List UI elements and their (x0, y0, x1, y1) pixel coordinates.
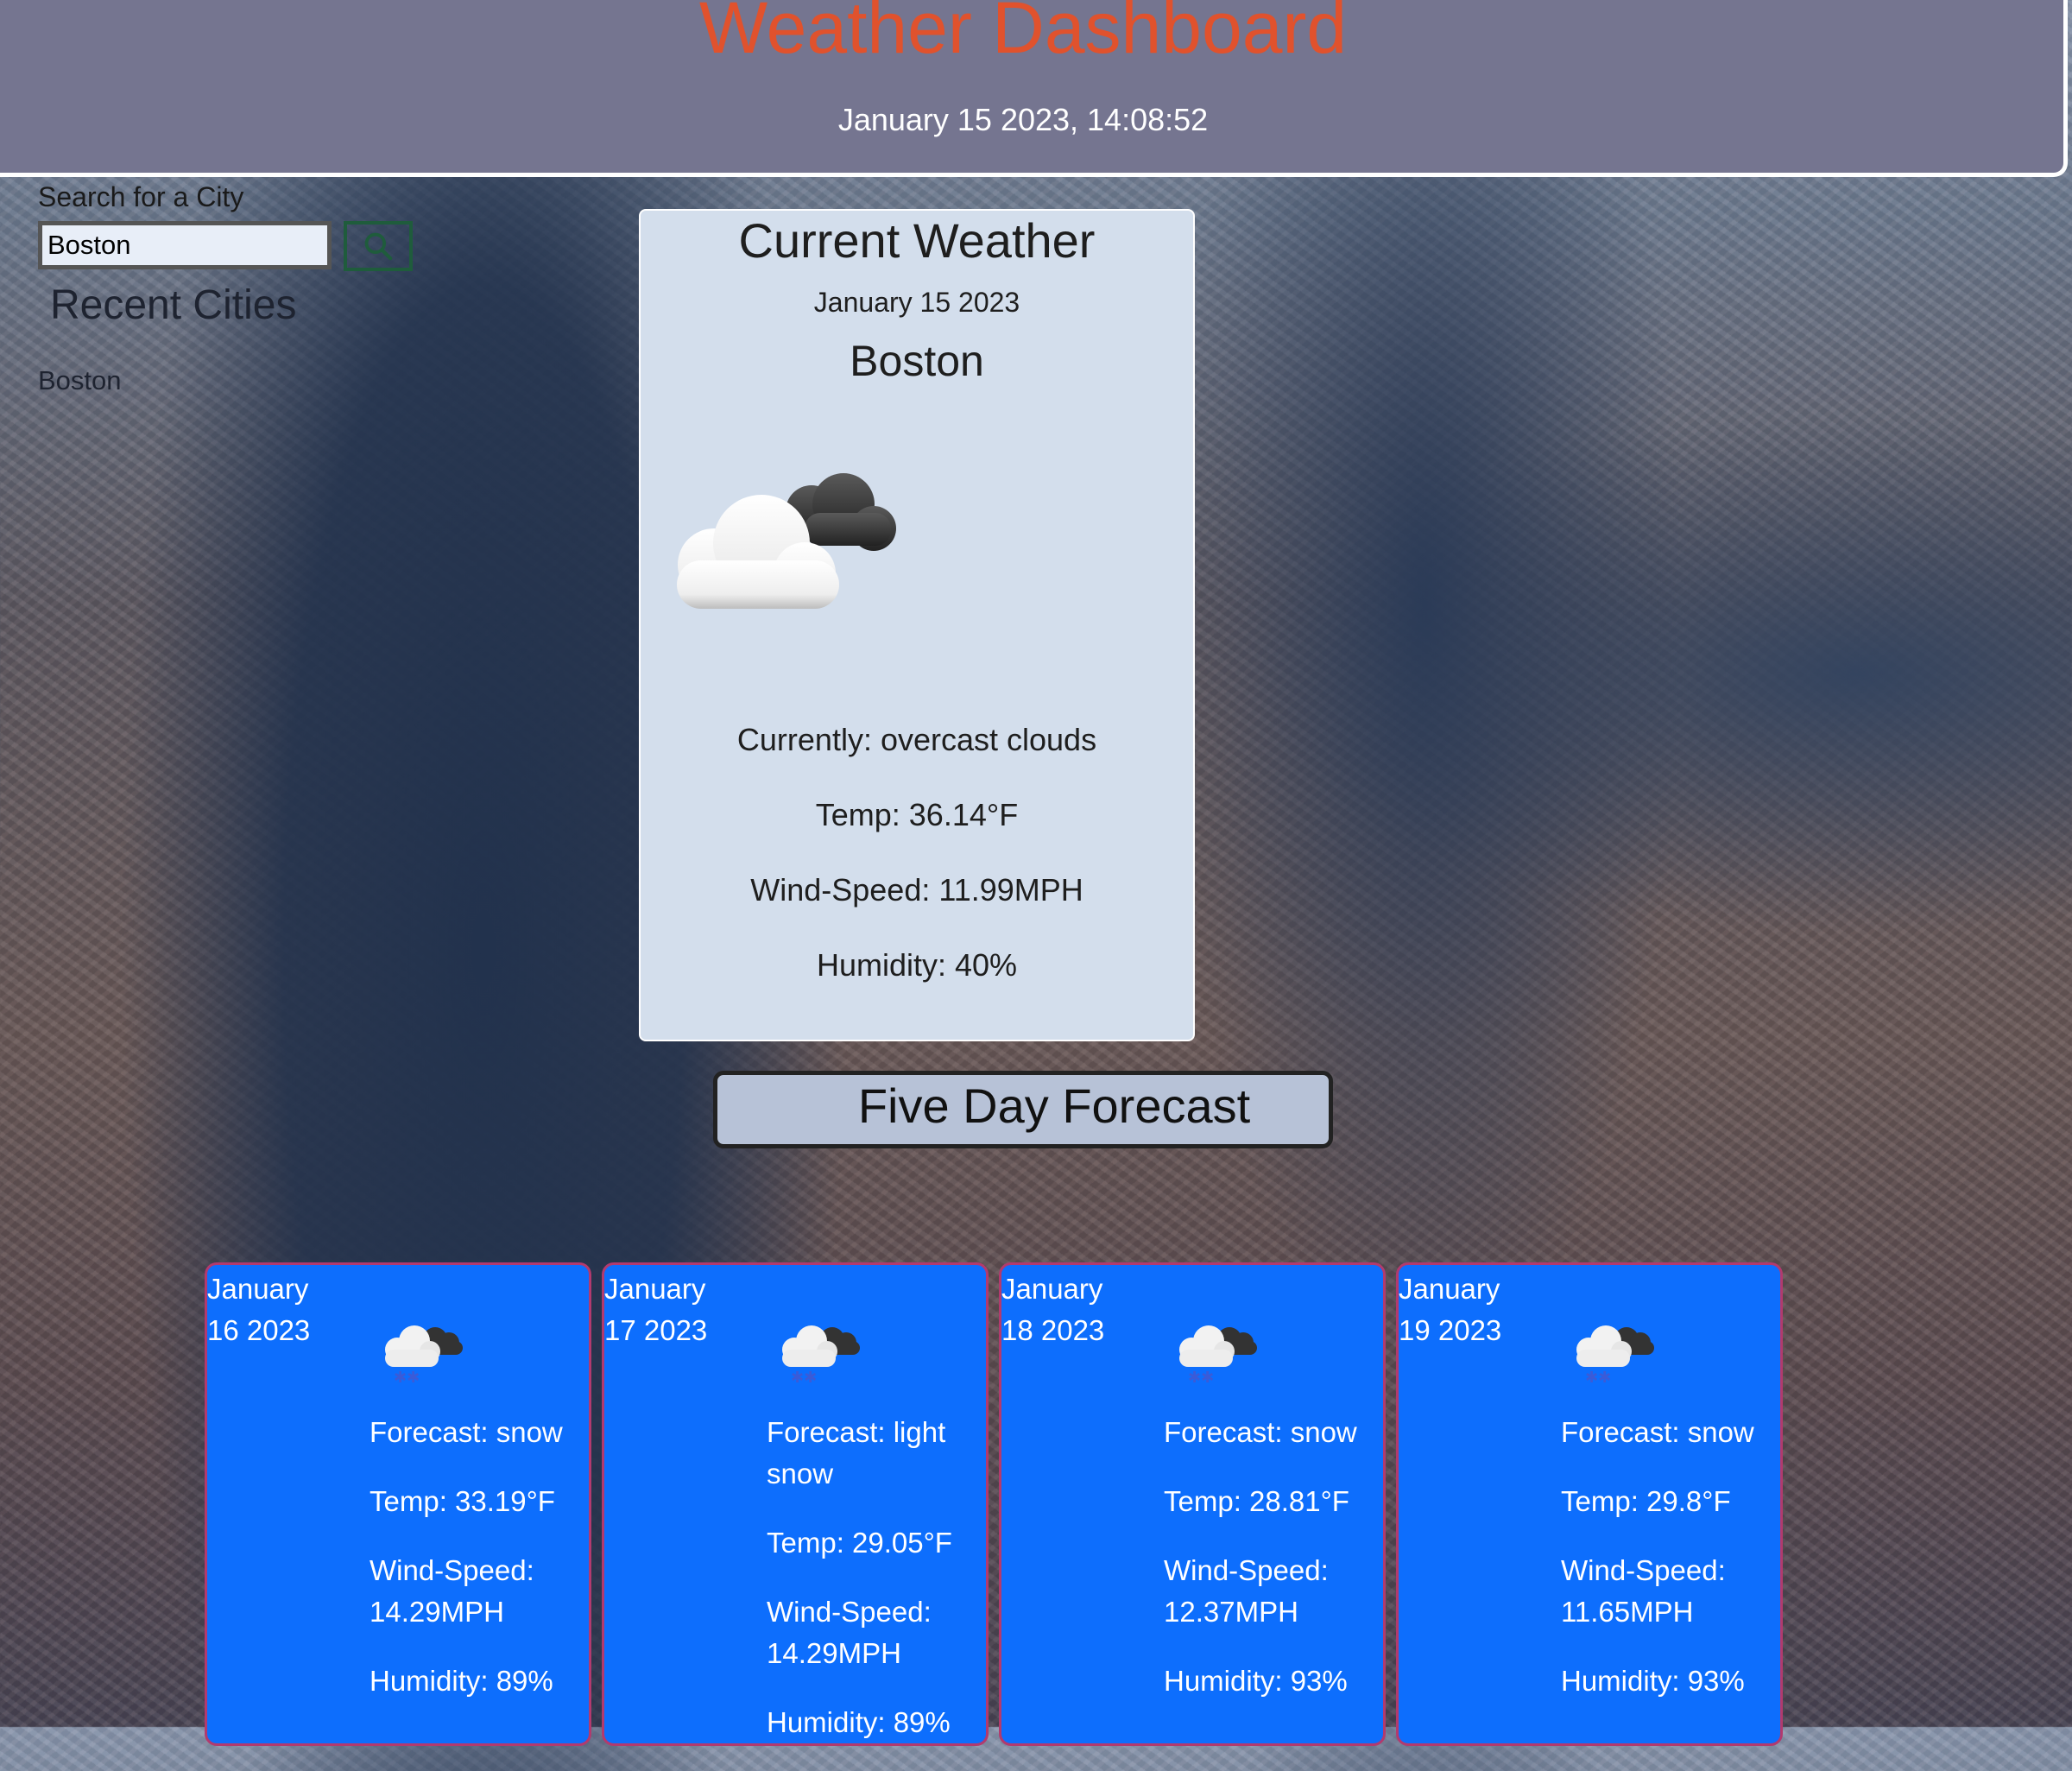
forecast-description: Forecast: snow (370, 1416, 563, 1448)
city-search-input[interactable] (38, 221, 332, 269)
current-description: Currently: overcast clouds (736, 722, 1097, 757)
current-weather-title: Current Weather (738, 213, 1096, 268)
header-bar: Weather Dashboard January 15 2023, 14:08… (0, 0, 2068, 177)
svg-text:✱✱: ✱✱ (394, 1369, 420, 1386)
snow-cloud-icon: ✱✱ (1576, 1325, 1654, 1386)
current-temp: Temp: 36.14°F (815, 797, 1019, 832)
current-city: Boston (850, 337, 984, 385)
current-wind-speed: Wind-Speed: 11.99MPH (750, 872, 1083, 908)
forecast-temp: Temp: 29.8°F (1561, 1485, 1731, 1517)
page-title: Weather Dashboard (698, 0, 1348, 68)
snow-cloud-icon: ✱✱ (782, 1325, 860, 1386)
forecast-date: January 18 2023 (1001, 1273, 1105, 1346)
forecast-wind-speed: Wind-Speed: 14.29MPH (370, 1554, 534, 1628)
forecast-description: Forecast: light snow (767, 1416, 946, 1490)
forecast-temp: Temp: 33.19°F (370, 1485, 555, 1517)
svg-text:✱✱: ✱✱ (791, 1369, 817, 1386)
forecast-card: January 17 2023 ✱✱ Forecast: light snow … (602, 1262, 989, 1746)
forecast-date: January 19 2023 (1399, 1273, 1502, 1346)
five-day-forecast-heading: Five Day Forecast (713, 1071, 1333, 1148)
forecast-humidity: Humidity: 89% (370, 1665, 553, 1697)
forecast-card: January 16 2023 ✱✱ Forecast: snow Temp: … (205, 1262, 591, 1746)
current-datetime: January 15 2023, 14:08:52 (837, 102, 1209, 137)
forecast-humidity: Humidity: 93% (1164, 1665, 1348, 1697)
forecast-temp: Temp: 28.81°F (1164, 1485, 1349, 1517)
forecast-card: January 19 2023 ✱✱ Forecast: snow Temp: … (1396, 1262, 1783, 1746)
forecast-date: January 16 2023 (207, 1273, 311, 1346)
forecast-wind-speed: Wind-Speed: 12.37MPH (1164, 1554, 1329, 1628)
svg-text:✱✱: ✱✱ (1585, 1369, 1611, 1386)
current-weather-card: Current Weather January 15 2023 Boston C… (639, 209, 1195, 1041)
forecast-card: January 18 2023 ✱✱ Forecast: snow Temp: … (999, 1262, 1386, 1746)
search-button[interactable] (344, 221, 413, 271)
forecast-wind-speed: Wind-Speed: 11.65MPH (1561, 1554, 1726, 1628)
snow-cloud-icon: ✱✱ (1179, 1325, 1257, 1386)
forecast-humidity: Humidity: 93% (1561, 1665, 1745, 1697)
forecast-date: January 17 2023 (604, 1273, 708, 1346)
recent-cities-heading: Recent Cities (50, 282, 297, 328)
forecast-wind-speed: Wind-Speed: 14.29MPH (767, 1596, 932, 1669)
search-icon (364, 232, 393, 261)
five-day-forecast-title: Five Day Forecast (857, 1078, 1251, 1133)
current-humidity: Humidity: 40% (816, 947, 1018, 983)
forecast-description: Forecast: snow (1164, 1416, 1357, 1448)
overcast-clouds-icon (677, 473, 896, 609)
recent-city-item[interactable]: Boston (38, 365, 122, 396)
search-label: Search for a City (38, 181, 244, 212)
svg-text:✱✱: ✱✱ (1188, 1369, 1214, 1386)
forecast-humidity: Humidity: 89% (767, 1706, 951, 1738)
current-date: January 15 2023 (813, 287, 1020, 318)
forecast-temp: Temp: 29.05°F (767, 1527, 952, 1559)
snow-cloud-icon: ✱✱ (385, 1325, 463, 1386)
forecast-description: Forecast: snow (1561, 1416, 1754, 1448)
